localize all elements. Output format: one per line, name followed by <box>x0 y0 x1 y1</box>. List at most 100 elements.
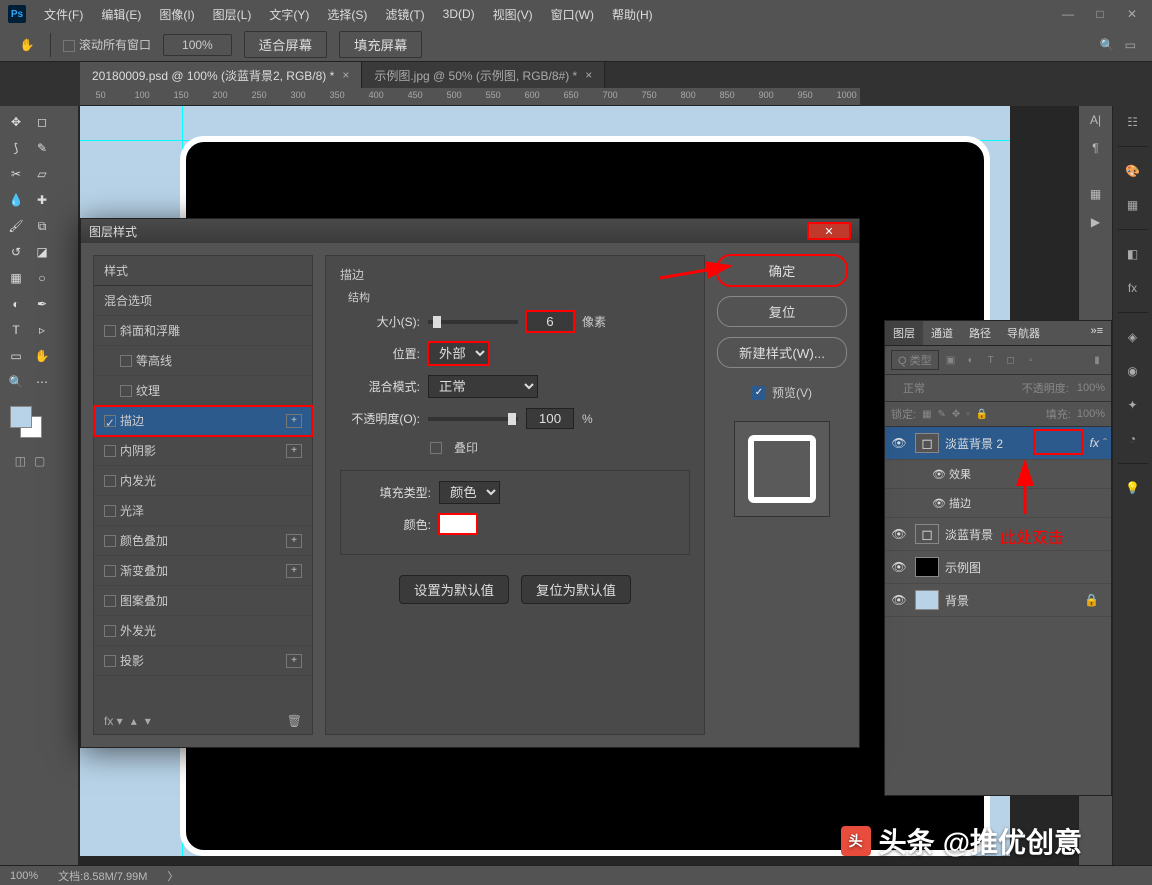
new-style-button[interactable]: 新建样式(W)... <box>717 337 847 368</box>
add-effect-icon[interactable]: + <box>286 444 302 458</box>
lock-nested-icon[interactable]: ▫ <box>966 409 970 420</box>
visibility-icon[interactable]: 👁 <box>889 560 909 574</box>
lock-artboard-icon[interactable]: ✥ <box>952 409 960 420</box>
style-pattern-overlay[interactable]: 图案叠加 <box>94 586 312 616</box>
fg-color-swatch[interactable] <box>10 406 32 428</box>
close-window-button[interactable]: ✕ <box>1120 4 1144 24</box>
overprint-checkbox[interactable]: 叠印 <box>454 439 478 456</box>
layer-row[interactable]: 👁 淡蓝背景 <box>885 518 1111 551</box>
layers-icon[interactable]: ◈ <box>1121 325 1145 349</box>
move-up-icon[interactable]: ▴ <box>131 714 137 728</box>
search-icon[interactable]: 🔍 <box>1100 38 1115 52</box>
style-inner-glow[interactable]: 内发光 <box>94 466 312 496</box>
add-effect-icon[interactable]: + <box>286 654 302 668</box>
visibility-icon[interactable]: 👁 <box>929 468 949 481</box>
tab-document-2[interactable]: 示例图.jpg @ 50% (示例图, RGB/8#) *× <box>362 62 605 88</box>
position-select[interactable]: 外部 <box>428 342 489 365</box>
style-drop-shadow[interactable]: 投影+ <box>94 646 312 676</box>
size-input[interactable] <box>526 311 574 332</box>
swatches-panel-icon[interactable]: ▦ <box>1121 193 1145 217</box>
quickmask-icon[interactable]: ◫ <box>15 454 26 468</box>
eyedropper-tool[interactable]: 💧 <box>4 188 28 212</box>
blend-mode-select[interactable]: 正常 <box>891 379 937 397</box>
move-tool[interactable]: ✥ <box>4 110 28 134</box>
menu-layer[interactable]: 图层(L) <box>205 2 260 27</box>
crop-tool[interactable]: ✂ <box>4 162 28 186</box>
info-icon[interactable]: ◔ <box>1121 427 1145 451</box>
style-blending-options[interactable]: 混合选项 <box>94 286 312 316</box>
style-contour[interactable]: 等高线 <box>94 346 312 376</box>
paths-icon[interactable]: ✦ <box>1121 393 1145 417</box>
preview-checkbox[interactable]: ✓ <box>752 386 766 400</box>
hand-tool[interactable]: ✋ <box>30 344 54 368</box>
adjustments-panel-icon[interactable]: ◧ <box>1121 242 1145 266</box>
quick-select-tool[interactable]: ✎ <box>30 136 54 160</box>
style-outer-glow[interactable]: 外发光 <box>94 616 312 646</box>
tab-navigator[interactable]: 导航器 <box>999 321 1048 345</box>
style-texture[interactable]: 纹理 <box>94 376 312 406</box>
opacity-slider[interactable] <box>428 417 518 421</box>
style-satin[interactable]: 光泽 <box>94 496 312 526</box>
filter-smart-icon[interactable]: ▫ <box>1023 352 1039 368</box>
path-tool[interactable]: ▹ <box>30 318 54 342</box>
menu-file[interactable]: 文件(F) <box>36 2 91 27</box>
visibility-icon[interactable]: 👁 <box>889 527 909 541</box>
eraser-tool[interactable]: ◪ <box>30 240 54 264</box>
stamp-tool[interactable]: ⧉ <box>30 214 54 238</box>
lock-pixels-icon[interactable]: ▦ <box>922 409 931 420</box>
layer-effect-stroke[interactable]: 👁 描边 <box>885 489 1111 518</box>
visibility-icon[interactable]: 👁 <box>929 497 949 510</box>
opacity-input[interactable] <box>526 408 574 429</box>
tab-document-1[interactable]: 20180009.psd @ 100% (淡蓝背景2, RGB/8) *× <box>80 62 362 88</box>
lasso-tool[interactable]: ⟆ <box>4 136 28 160</box>
shape-tool[interactable]: ▭ <box>4 344 28 368</box>
fx-indicator[interactable]: fx <box>1090 436 1099 450</box>
set-default-button[interactable]: 设置为默认值 <box>399 575 509 604</box>
visibility-icon[interactable]: 👁 <box>889 436 909 450</box>
pen-tool[interactable]: ✒ <box>30 292 54 316</box>
edit-toolbar[interactable]: ⋯ <box>30 370 54 394</box>
layer-opacity-value[interactable]: 100% <box>1077 382 1105 394</box>
size-slider[interactable] <box>428 320 518 324</box>
stroke-color-swatch[interactable] <box>439 514 477 534</box>
reset-default-button[interactable]: 复位为默认值 <box>521 575 631 604</box>
fill-screen-button[interactable]: 填充屏幕 <box>339 31 422 58</box>
filter-type-icon[interactable]: T <box>983 352 999 368</box>
paragraph-panel-icon[interactable]: ¶ <box>1086 138 1106 158</box>
menu-help[interactable]: 帮助(H) <box>604 2 661 27</box>
tab-layers[interactable]: 图层 <box>885 321 923 345</box>
brushes-panel-icon[interactable]: ▦ <box>1086 184 1106 204</box>
filter-adjust-icon[interactable]: ◐ <box>963 352 979 368</box>
actions-panel-icon[interactable]: ▶ <box>1086 212 1106 232</box>
healing-tool[interactable]: ✚ <box>30 188 54 212</box>
dodge-tool[interactable]: ◐ <box>4 292 28 316</box>
filter-pixel-icon[interactable]: ▣ <box>943 352 959 368</box>
styles-panel-icon[interactable]: fx <box>1121 276 1145 300</box>
blur-tool[interactable]: ○ <box>30 266 54 290</box>
layer-row[interactable]: 👁 背景 🔒 <box>885 584 1111 617</box>
close-tab-icon[interactable]: × <box>342 68 349 82</box>
frame-tool[interactable]: ▱ <box>30 162 54 186</box>
menu-3d[interactable]: 3D(D) <box>435 3 483 25</box>
color-swatches[interactable] <box>4 404 56 444</box>
type-tool[interactable]: T <box>4 318 28 342</box>
lock-all-icon[interactable]: 🔒 <box>976 409 988 420</box>
style-inner-shadow[interactable]: 内阴影+ <box>94 436 312 466</box>
fit-screen-button[interactable]: 适合屏幕 <box>244 31 327 58</box>
add-effect-icon[interactable]: + <box>286 534 302 548</box>
chevron-up-icon[interactable]: ˆ <box>1103 436 1107 450</box>
filter-toggle-icon[interactable]: ▮ <box>1089 352 1105 368</box>
menu-select[interactable]: 选择(S) <box>319 2 375 27</box>
properties-icon[interactable]: ☷ <box>1121 110 1145 134</box>
maximize-button[interactable]: □ <box>1088 4 1112 24</box>
panel-menu-icon[interactable]: »≡ <box>1082 321 1111 345</box>
dialog-close-button[interactable]: ✕ <box>807 222 851 240</box>
style-gradient-overlay[interactable]: 渐变叠加+ <box>94 556 312 586</box>
fill-type-select[interactable]: 颜色 <box>439 481 500 504</box>
workspace-icon[interactable]: ▭ <box>1125 38 1136 52</box>
ok-button[interactable]: 确定 <box>717 255 847 286</box>
scroll-all-windows[interactable]: 滚动所有窗口 <box>63 36 151 53</box>
tab-paths[interactable]: 路径 <box>961 321 999 345</box>
channels-icon[interactable]: ◉ <box>1121 359 1145 383</box>
gradient-tool[interactable]: ▦ <box>4 266 28 290</box>
